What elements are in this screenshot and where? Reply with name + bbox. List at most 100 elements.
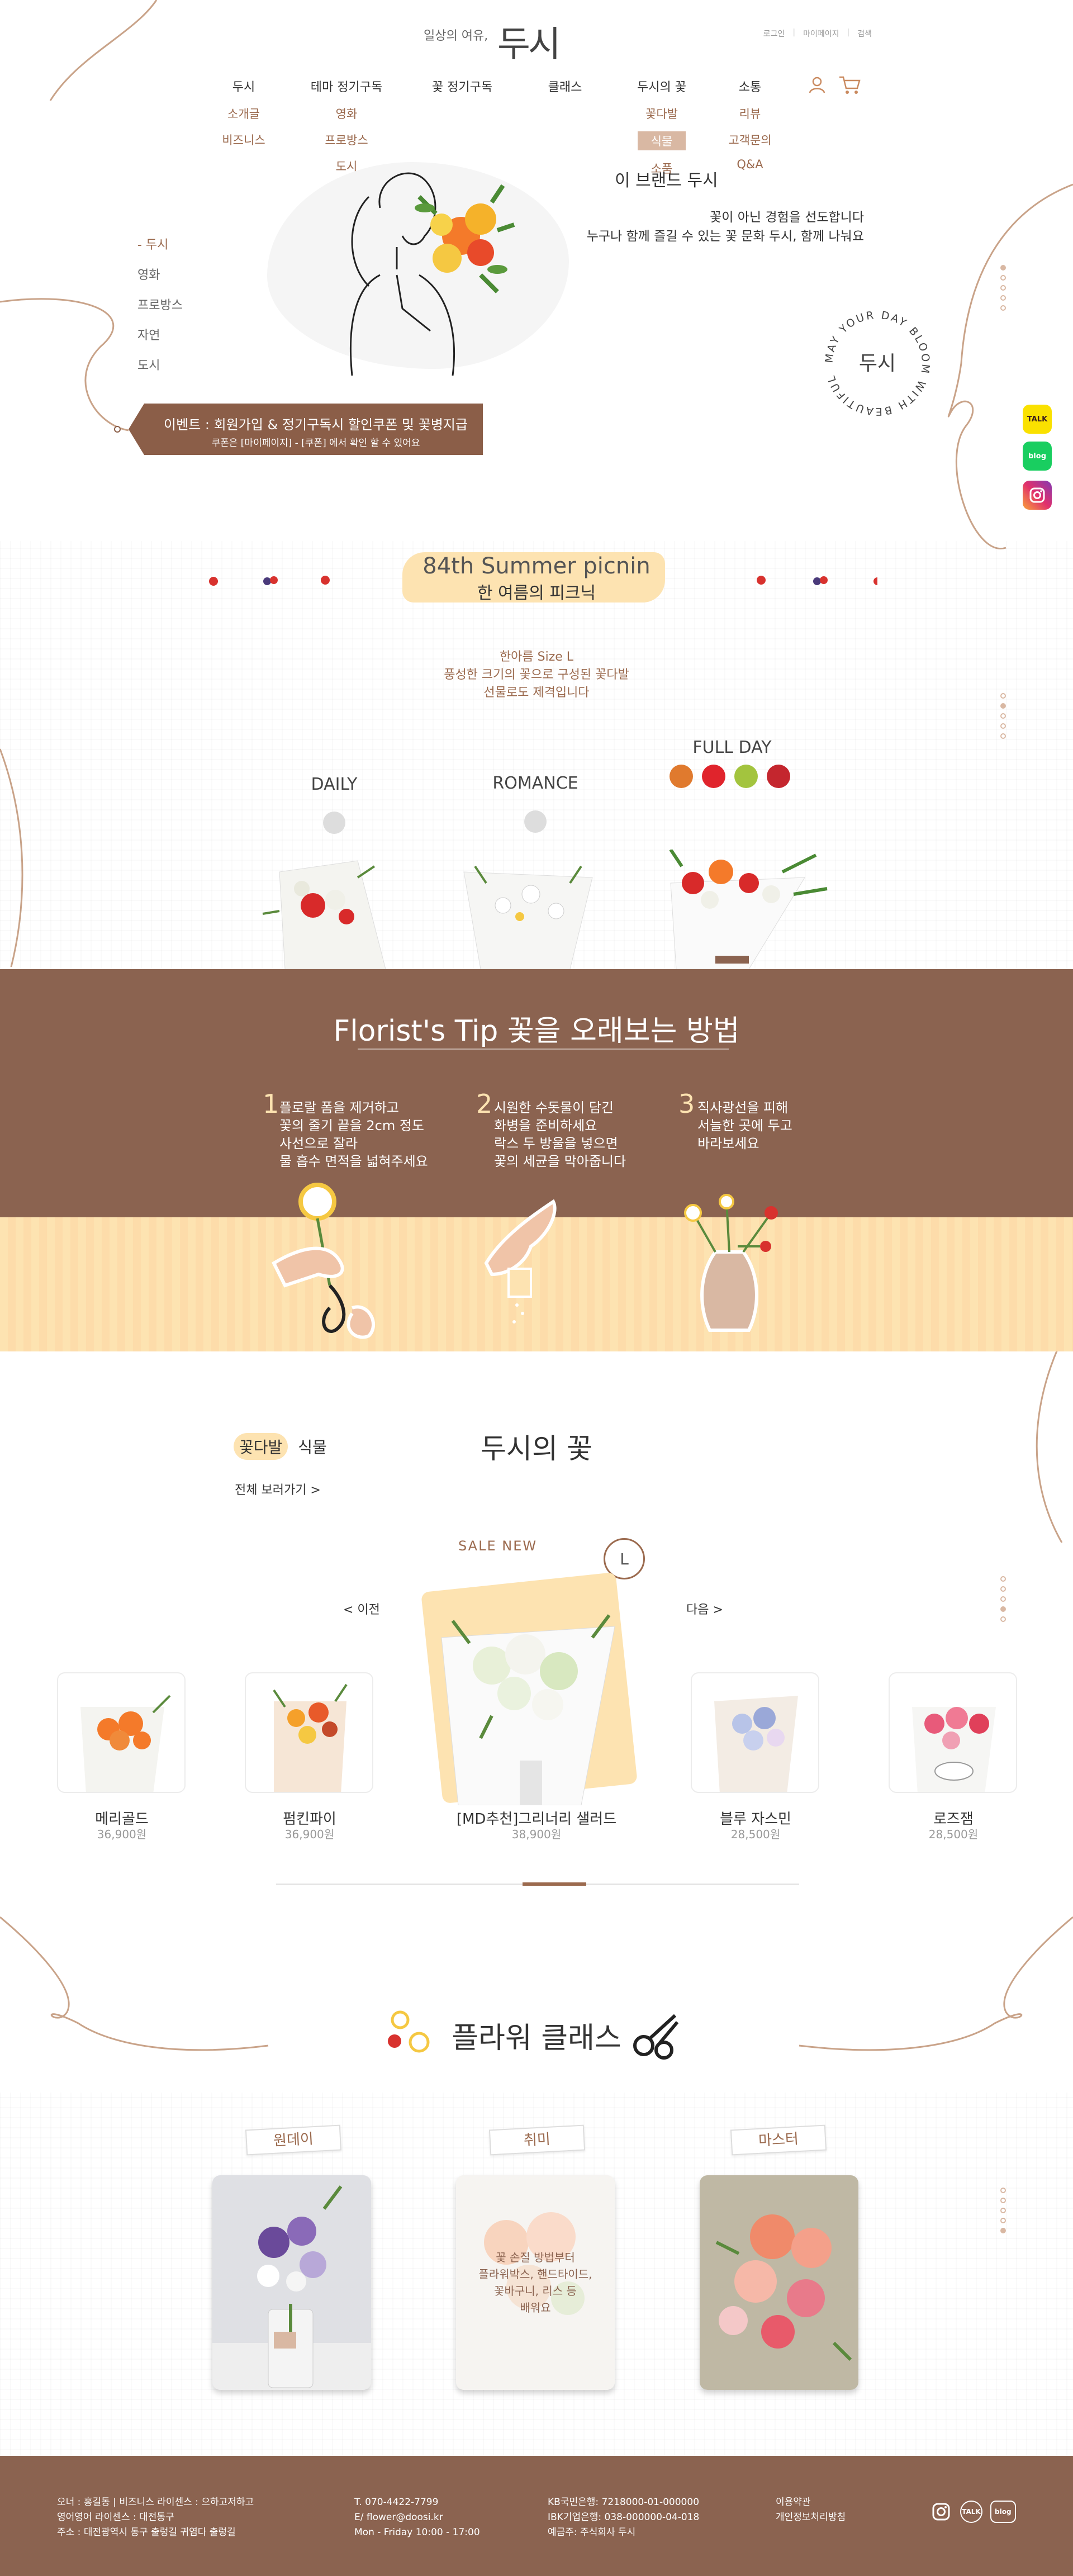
mypage-link[interactable]: 마이페이지	[803, 28, 839, 39]
section-dot[interactable]	[1000, 1576, 1006, 1582]
class-card-hobby[interactable]: 꽃 손질 방법부터 플라워박스, 핸드타이드, 꽃바구니, 리스 등 배워요	[456, 2175, 615, 2390]
florist-tip-title: Florist's Tip 꽃을 오래보는 방법	[333, 1014, 740, 1048]
top-links: 로그인 | 마이페이지 | 검색	[763, 28, 872, 39]
terms-link[interactable]: 이용약관	[776, 2495, 846, 2510]
picnic-desc-line: 선물로도 제격입니다	[483, 686, 590, 700]
side-nav-item[interactable]: 영화	[137, 260, 183, 291]
option-romance-radio[interactable]	[524, 810, 547, 833]
class-photo	[212, 2175, 371, 2390]
login-link[interactable]: 로그인	[763, 28, 785, 39]
product-card[interactable]	[691, 1672, 819, 1793]
class-card-oneday[interactable]	[212, 2175, 371, 2390]
nav-sub-item[interactable]: 프로방스	[292, 131, 401, 148]
section-dot[interactable]	[1000, 275, 1006, 281]
side-nav-item[interactable]: 도시	[137, 351, 183, 381]
stamp-logo: 두시	[859, 352, 896, 375]
product-card[interactable]	[57, 1672, 186, 1793]
kakao-talk-icon[interactable]: TALK	[1023, 405, 1052, 434]
side-nav: - 두시 영화 프로방스 자연 도시	[137, 230, 183, 381]
side-nav-item[interactable]: 프로방스	[137, 291, 183, 321]
section-dot[interactable]	[1000, 1596, 1006, 1602]
naver-blog-icon[interactable]: blog	[1023, 442, 1052, 471]
nav-sub-item[interactable]: 꽃다발	[607, 105, 716, 122]
step-line: 꽃의 줄기 끝을 2cm 정도	[279, 1118, 424, 1133]
picnic-title-ko: 한 여름의 피크닉	[477, 583, 596, 603]
section-dot[interactable]	[1000, 1586, 1006, 1592]
nav-item-doosi-flowers[interactable]: 두시의 꽃	[607, 77, 716, 95]
footer-contact: T. 070-4422-7799 E/ flower@doosi.kr Mon …	[354, 2495, 480, 2540]
nav-sub-item[interactable]: 영화	[292, 105, 401, 122]
footer-blog-icon[interactable]: blog	[990, 2501, 1016, 2523]
class-overlay-line: 꽃바구니, 리스 등	[494, 2284, 577, 2298]
class-hover-overlay: 꽃 손질 방법부터 플라워박스, 핸드타이드, 꽃바구니, 리스 등 배워요	[456, 2175, 615, 2390]
color-swatch-crimson[interactable]	[767, 765, 790, 788]
sale-new-label: SALE NEW	[458, 1538, 538, 1554]
color-swatch-green[interactable]	[734, 765, 758, 788]
footer-line: KB국민은행: 7218000-01-000000	[548, 2497, 700, 2508]
view-all-link[interactable]: 전체 보러가기 >	[235, 1480, 321, 1498]
nav-item-flower-subscription[interactable]: 꽃 정기구독	[401, 77, 523, 95]
nav-item-community[interactable]: 소통	[716, 77, 784, 95]
option-full-day[interactable]: FULL DAY	[665, 738, 799, 757]
option-romance[interactable]: ROMANCE	[468, 774, 602, 793]
nav-item-theme-subscription[interactable]: 테마 정기구독	[292, 77, 401, 95]
nav-col-doosi: 두시 소개글 비즈니스	[196, 77, 292, 210]
tab-plant[interactable]: 식물	[292, 1433, 333, 1460]
footer-phone[interactable]: T. 070-4422-7799	[354, 2495, 480, 2510]
side-nav-item[interactable]: - 두시	[137, 230, 183, 260]
product-image	[714, 1696, 798, 1792]
user-icon[interactable]	[807, 75, 827, 95]
picnic-desc-line: 풍성한 크기의 꽃으로 구성된 꽃다발	[444, 668, 629, 682]
class-card-master[interactable]	[700, 2175, 858, 2390]
product-card[interactable]	[889, 1672, 1017, 1793]
section-dot[interactable]	[1000, 285, 1006, 291]
side-nav-item[interactable]: 자연	[137, 321, 183, 351]
carousel-scroll-thumb[interactable]	[523, 1882, 586, 1886]
product-card[interactable]	[245, 1672, 373, 1793]
privacy-link[interactable]: 개인정보처리방침	[776, 2510, 846, 2525]
featured-product-card[interactable]	[425, 1571, 632, 1805]
cart-icon[interactable]	[838, 75, 861, 95]
section-dot[interactable]	[1000, 295, 1006, 301]
nav-sub-item[interactable]: 비즈니스	[196, 131, 292, 148]
option-daily-radio[interactable]	[323, 812, 345, 834]
footer-line: 영어영어 라이센스 : 대전동구	[57, 2512, 174, 2523]
footer-links: 이용약관 개인정보처리방침	[776, 2495, 846, 2525]
section-dot[interactable]	[1000, 305, 1006, 311]
product-image	[441, 1614, 615, 1805]
color-swatch-orange[interactable]	[670, 765, 693, 788]
footer-company-info: 오너 : 홍길동 | 비즈니스 라이센스 : 으하고저하고 영어영어 라이센스 …	[57, 2495, 254, 2540]
nav-sub-item-active[interactable]: 식물	[637, 131, 686, 150]
product-image	[80, 1695, 171, 1792]
product-price: 36,900원	[284, 1828, 335, 1841]
nav-sub-item[interactable]: Q&A	[716, 158, 784, 171]
footer-talk-icon[interactable]: TALK	[960, 2501, 982, 2523]
product-price: 38,900원	[511, 1828, 562, 1841]
nav-sub-item[interactable]: 리뷰	[716, 105, 784, 122]
event-banner[interactable]: 이벤트 : 회원가입 & 정기구독시 할인쿠폰 및 꽃병지급 쿠폰은 [마이페이…	[129, 404, 483, 455]
brand-title: 이 브랜드 두시	[615, 171, 718, 191]
nav-item-doosi[interactable]: 두시	[196, 77, 292, 95]
footer-instagram-icon[interactable]	[930, 2501, 952, 2523]
step-line: 바라보세요	[697, 1136, 759, 1151]
section-dot[interactable]	[1000, 1606, 1006, 1612]
logo[interactable]: 두시	[497, 16, 561, 67]
product-image	[912, 1707, 996, 1792]
prev-button[interactable]: < 이전	[343, 1600, 380, 1617]
section-dot[interactable]	[1000, 265, 1006, 271]
step-line: 화병을 준비하세요	[494, 1118, 597, 1133]
option-daily[interactable]: DAILY	[267, 775, 401, 794]
nav-item-class[interactable]: 클래스	[523, 77, 607, 95]
footer-email[interactable]: E/ flower@doosi.kr	[354, 2510, 480, 2525]
step-line: 물 흡수 면적을 넓혀주세요	[279, 1154, 428, 1169]
section-dot[interactable]	[1000, 1616, 1006, 1622]
nav-sub-item[interactable]: 고객문의	[716, 131, 784, 148]
step-text: 플로랄 폼을 제거하고 꽃의 줄기 끝을 2cm 정도 사선으로 잘라 물 흡수…	[279, 1099, 428, 1170]
tab-bouquet[interactable]: 꽃다발	[234, 1433, 288, 1460]
color-swatch-red[interactable]	[702, 765, 725, 788]
instagram-icon[interactable]	[1023, 481, 1052, 510]
footer-line: IBK기업은행: 038-000000-04-018	[548, 2512, 700, 2523]
nav-sub-item[interactable]: 소개글	[196, 105, 292, 122]
search-link[interactable]: 검색	[857, 28, 872, 39]
next-button[interactable]: 다음 >	[686, 1600, 723, 1617]
